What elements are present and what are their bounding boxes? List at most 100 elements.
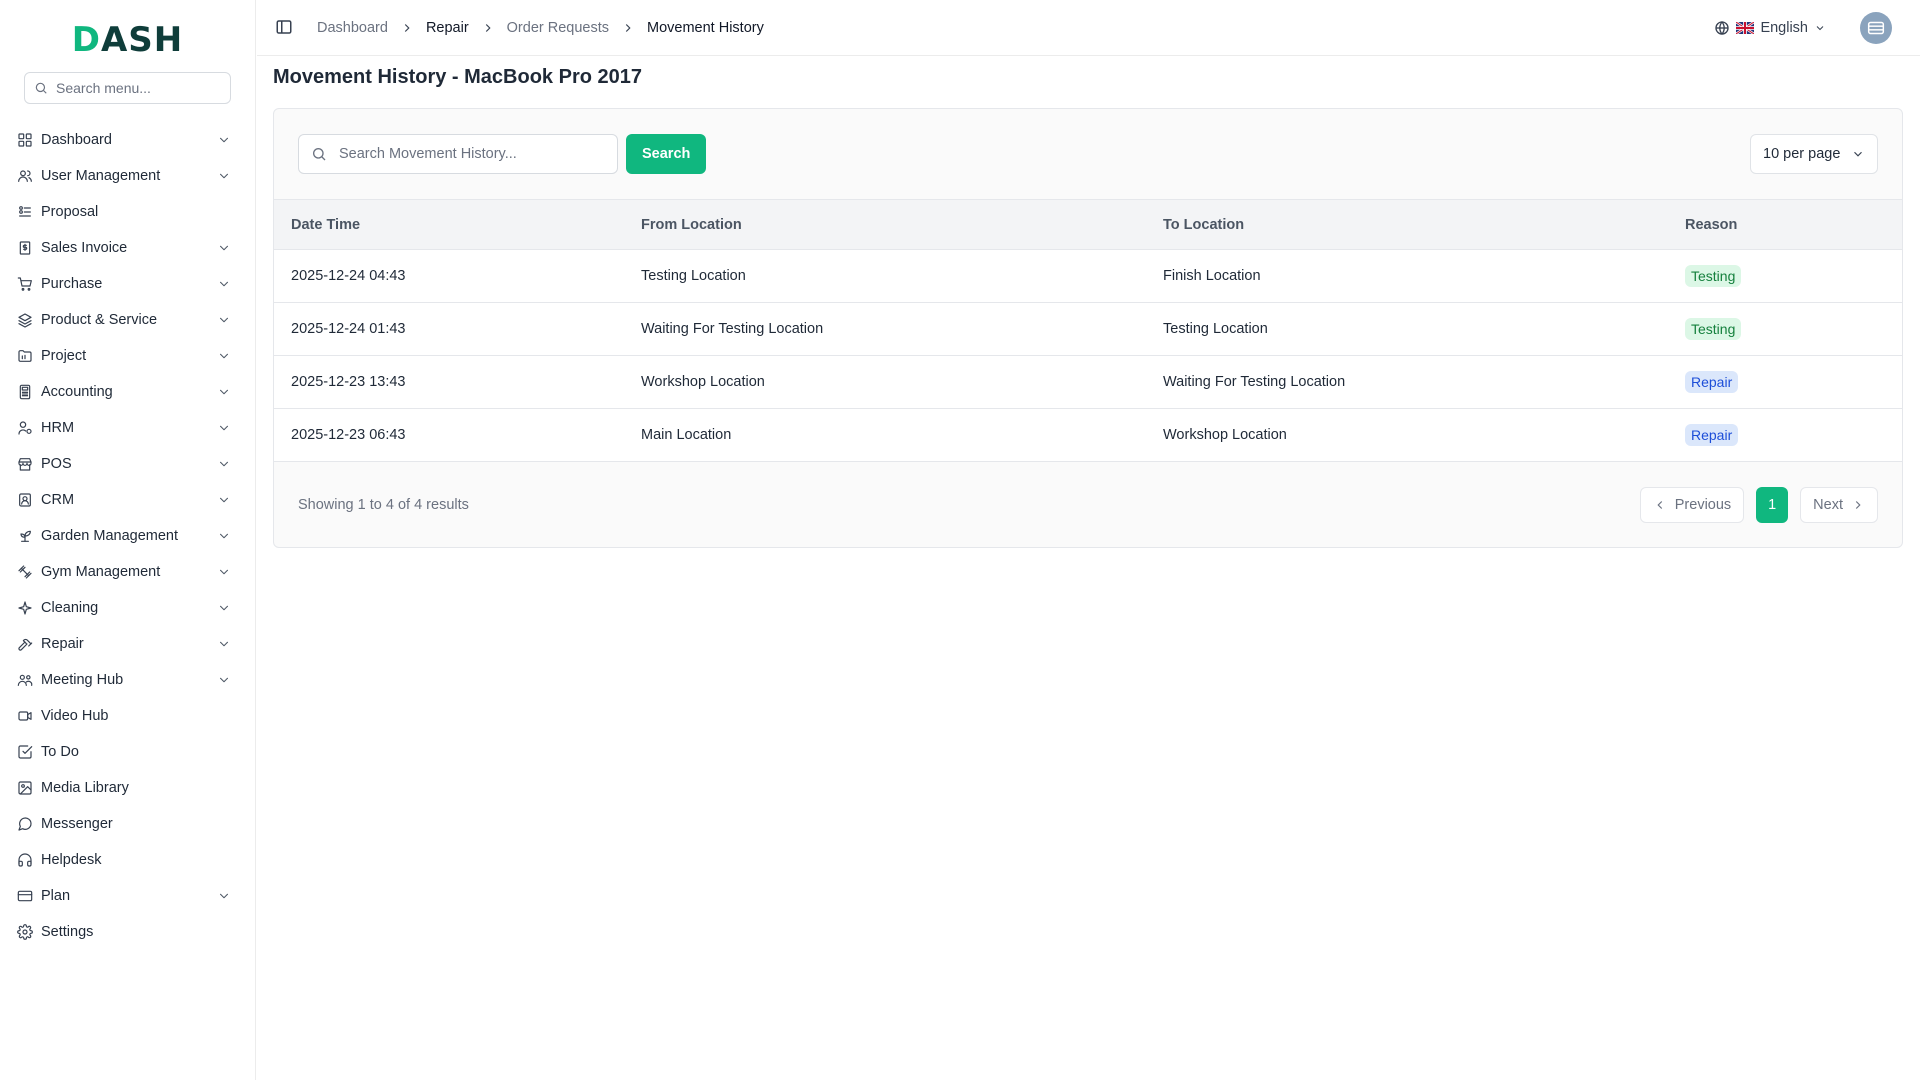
sidebar-item-cleaning[interactable]: Cleaning: [0, 590, 255, 626]
sidebar-item-meeting-hub[interactable]: Meeting Hub: [0, 662, 255, 698]
chevron-down-icon[interactable]: [217, 889, 231, 903]
sidebar-item-settings[interactable]: Settings: [0, 914, 255, 950]
sidebar-toggle-icon[interactable]: [275, 18, 295, 38]
sidebar-item-garden-management[interactable]: Garden Management: [0, 518, 255, 554]
sidebar-item-label: To Do: [41, 744, 79, 760]
search-icon: [311, 146, 327, 162]
sidebar: DASH Search menu... Dashboard User Manage…: [0, 0, 256, 1080]
avatar[interactable]: [1860, 11, 1892, 44]
chevron-down-icon[interactable]: [217, 133, 231, 147]
chevron-down-icon[interactable]: [217, 565, 231, 579]
topbar-actions: English: [1714, 11, 1892, 44]
column-header-date-time[interactable]: Date Time: [274, 200, 624, 250]
sidebar-item-label: Messenger: [41, 816, 113, 832]
sidebar-item-pos[interactable]: POS: [0, 446, 255, 482]
sidebar-item-purchase[interactable]: Purchase: [0, 266, 255, 302]
chevron-down-icon[interactable]: [217, 493, 231, 507]
sidebar-item-crm[interactable]: CRM: [0, 482, 255, 518]
sidebar-item-label: Purchase: [41, 276, 103, 292]
sidebar-item-label: Sales Invoice: [41, 240, 128, 256]
search-icon: [34, 81, 48, 95]
previous-page-button[interactable]: Previous: [1639, 486, 1745, 523]
breadcrumb-repair[interactable]: Repair: [426, 20, 469, 36]
sidebar-item-to-do[interactable]: To Do: [0, 734, 255, 770]
sidebar-item-sales-invoice[interactable]: Sales Invoice: [0, 230, 255, 266]
chevron-down-icon[interactable]: [217, 457, 231, 471]
cell-reason: Testing: [1668, 250, 1902, 303]
sidebar-item-media-library[interactable]: Media Library: [0, 770, 255, 806]
cart-icon: [17, 276, 33, 292]
sidebar-item-proposal[interactable]: Proposal: [0, 194, 255, 230]
table-row: 2025-12-23 06:43 Main Location Workshop Lo…: [274, 409, 1902, 462]
chevron-down-icon[interactable]: [217, 601, 231, 615]
sprout-icon: [17, 528, 33, 544]
previous-label: Previous: [1674, 496, 1732, 513]
breadcrumb: Dashboard Repair Order Requests Movement…: [317, 20, 764, 36]
contact-icon: [17, 492, 33, 508]
language-selector[interactable]: English: [1714, 20, 1826, 36]
sidebar-item-messenger[interactable]: Messenger: [0, 806, 255, 842]
cell-date-time: 2025-12-23 06:43: [291, 427, 406, 443]
cell-reason: Repair: [1668, 356, 1902, 409]
sidebar-item-repair[interactable]: Repair: [0, 626, 255, 662]
table-body: 2025-12-24 04:43 Testing Location Finish L…: [274, 250, 1902, 462]
column-header-to-location[interactable]: To Location: [1146, 200, 1668, 250]
sparkle-icon: [17, 600, 33, 616]
video-icon: [17, 708, 33, 724]
users-icon: [17, 168, 33, 184]
chevron-down-icon[interactable]: [217, 673, 231, 687]
chevron-down-icon[interactable]: [217, 241, 231, 255]
chevron-down-icon[interactable]: [217, 349, 231, 363]
chevron-down-icon[interactable]: [217, 637, 231, 651]
sidebar-item-gym-management[interactable]: Gym Management: [0, 554, 255, 590]
column-header-reason[interactable]: Reason: [1668, 200, 1902, 250]
sidebar-item-dashboard[interactable]: Dashboard: [0, 122, 255, 158]
chevron-down-icon[interactable]: [217, 529, 231, 543]
movement-search-field[interactable]: [298, 134, 618, 174]
results-summary: Showing 1 to 4 of 4 results: [298, 496, 469, 513]
chevron-down-icon[interactable]: [217, 169, 231, 183]
language-label: English: [1760, 19, 1808, 36]
chevron-down-icon[interactable]: [217, 313, 231, 327]
sidebar-item-helpdesk[interactable]: Helpdesk: [0, 842, 255, 878]
search-button[interactable]: Search: [626, 134, 707, 174]
page-title: Movement History - MacBook Pro 2017: [273, 66, 642, 88]
pagination: Previous 1 Next: [1639, 486, 1878, 523]
sidebar-item-label: Media Library: [41, 780, 129, 796]
gear-icon: [17, 924, 33, 940]
sidebar-item-video-hub[interactable]: Video Hub: [0, 698, 255, 734]
chevron-down-icon[interactable]: [217, 385, 231, 399]
movement-history-table: Date Time From Location To Location Reas…: [274, 199, 1902, 462]
store-icon: [17, 456, 33, 472]
next-page-button[interactable]: Next: [1800, 486, 1878, 523]
table-row: 2025-12-24 01:43 Waiting For Testing Loca…: [274, 303, 1902, 356]
sidebar-item-product-and-service[interactable]: Product & Service: [0, 302, 255, 338]
topbar: Dashboard Repair Order Requests Movement…: [257, 0, 1920, 56]
sidebar-item-label: Helpdesk: [41, 852, 102, 868]
sidebar-item-accounting[interactable]: Accounting: [0, 374, 255, 410]
sidebar-item-label: HRM: [41, 420, 75, 436]
sidebar-item-label: Settings: [41, 924, 94, 940]
reason-badge: Repair: [1685, 424, 1739, 446]
chevron-down-icon: [1851, 147, 1865, 161]
chevron-down-icon[interactable]: [217, 277, 231, 291]
logo[interactable]: DASH: [0, 0, 255, 64]
image-icon: [17, 780, 33, 796]
sidebar-item-hrm[interactable]: HRM: [0, 410, 255, 446]
chevron-down-icon[interactable]: [217, 421, 231, 435]
globe-icon: [1714, 20, 1730, 36]
chat-icon: [17, 816, 33, 832]
movement-search-input[interactable]: [339, 146, 589, 162]
sidebar-item-project[interactable]: Project: [0, 338, 255, 374]
layers-icon: [17, 312, 33, 328]
dumbbell-icon: [17, 564, 33, 580]
breadcrumb-order-requests[interactable]: Order Requests: [507, 20, 609, 36]
breadcrumb-dashboard[interactable]: Dashboard: [317, 20, 388, 36]
sidebar-search-input[interactable]: Search menu...: [24, 72, 231, 104]
column-header-from-location[interactable]: From Location: [624, 200, 1146, 250]
sidebar-item-plan[interactable]: Plan: [0, 878, 255, 914]
sidebar-item-user-management[interactable]: User Management: [0, 158, 255, 194]
per-page-select[interactable]: 10 per page: [1750, 134, 1878, 174]
page-1-button[interactable]: 1: [1756, 486, 1789, 523]
breadcrumb-movement-history: Movement History: [647, 19, 764, 36]
